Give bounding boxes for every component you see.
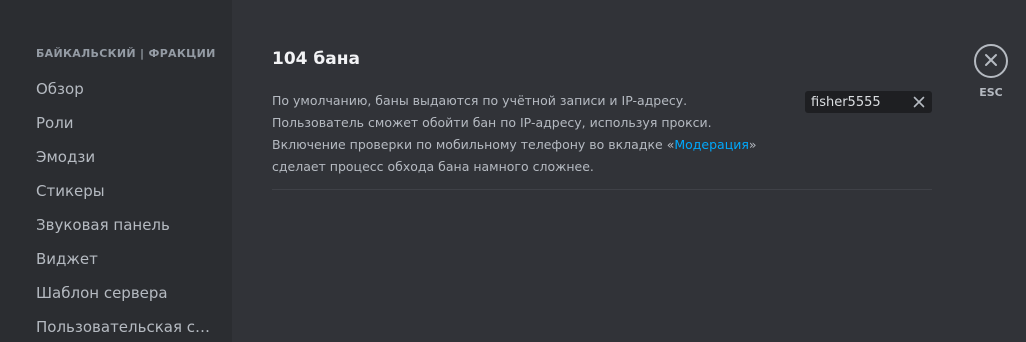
bans-section: 104 бана По умолчанию, баны выдаются по … — [272, 44, 932, 190]
sidebar-item-emoji[interactable]: Эмодзи — [26, 140, 216, 174]
sidebar-item-overview[interactable]: Обзор — [26, 72, 216, 106]
close-area: ESC — [971, 44, 1011, 100]
divider — [272, 189, 932, 190]
sidebar-item-custom-link[interactable]: Пользовательская сс... — [26, 310, 216, 342]
page-title: 104 бана — [272, 49, 360, 69]
settings-window: БАЙКАЛЬСКИЙ | ФРАКЦИИ Обзор Роли Эмодзи … — [0, 0, 1026, 342]
close-button[interactable] — [974, 44, 1008, 78]
ban-search-box — [805, 91, 932, 113]
sidebar-server-header: БАЙКАЛЬСКИЙ | ФРАКЦИИ — [36, 47, 216, 60]
bans-description: По умолчанию, баны выдаются по учётной з… — [272, 90, 762, 178]
moderation-link[interactable]: Модерация — [674, 137, 749, 152]
sidebar-item-widget[interactable]: Виджет — [26, 242, 216, 276]
clear-search-icon[interactable] — [910, 93, 928, 111]
sidebar-item-stickers[interactable]: Стикеры — [26, 174, 216, 208]
description-text-before: По умолчанию, баны выдаются по учётной з… — [272, 93, 712, 152]
sidebar-item-soundboard[interactable]: Звуковая панель — [26, 208, 216, 242]
close-icon — [984, 52, 998, 71]
main-content: 104 бана По умолчанию, баны выдаются по … — [232, 0, 1026, 342]
sidebar-item-roles[interactable]: Роли — [26, 106, 216, 140]
sidebar: БАЙКАЛЬСКИЙ | ФРАКЦИИ Обзор Роли Эмодзи … — [0, 0, 232, 342]
sidebar-item-server-template[interactable]: Шаблон сервера — [26, 276, 216, 310]
ban-search-input[interactable] — [811, 94, 910, 110]
esc-label: ESC — [979, 86, 1003, 99]
bans-header-row: По умолчанию, баны выдаются по учётной з… — [272, 90, 932, 174]
